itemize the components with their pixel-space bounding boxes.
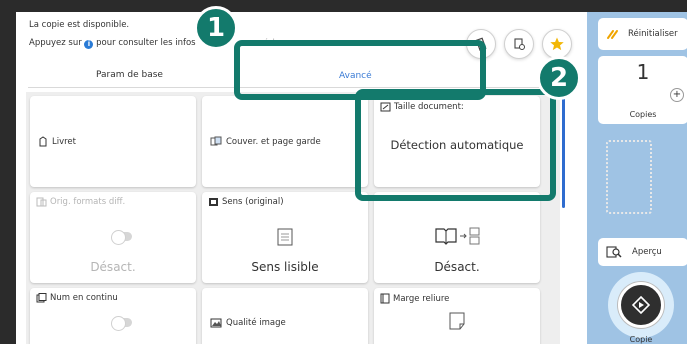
settings-icon	[514, 38, 525, 50]
reset-button[interactable]: Réinitialiser	[598, 18, 687, 50]
book-split-icon	[435, 227, 480, 245]
start-icon	[632, 296, 650, 314]
num-continu-label: Num en continu	[50, 293, 118, 303]
qualite-image-label: Qualité image	[226, 318, 286, 328]
cell-sens-original[interactable]: Sens (original) Sens lisible	[202, 192, 368, 283]
star-icon	[550, 37, 564, 51]
orientation-icon	[209, 198, 218, 206]
start-label: Copie	[629, 335, 653, 344]
callout-badge-2: 2	[537, 56, 581, 100]
couverture-label: Couver. et page garde	[226, 136, 321, 147]
cell-livre-divise[interactable]: Désact.	[374, 192, 540, 283]
marge-reliure-label: Marge reliure	[393, 293, 450, 304]
cell-num-continu[interactable]: Num en continu	[30, 288, 196, 344]
booklet-icon	[39, 136, 47, 147]
num-continu-toggle[interactable]	[111, 316, 132, 331]
reset-icon	[607, 30, 618, 39]
favorite-button[interactable]	[542, 29, 572, 59]
info-suffix: pour consulter les infos	[96, 38, 196, 48]
preview-button[interactable]: Aperçu	[598, 238, 687, 266]
livret-label: Livret	[52, 136, 76, 147]
sens-original-label: Sens (original)	[222, 197, 284, 207]
grid-scrollbar[interactable]	[562, 98, 565, 208]
mixed-sizes-icon	[36, 197, 47, 207]
cell-marge-reliure[interactable]: Marge reliure	[374, 288, 540, 344]
callout-badge-1: 1	[194, 6, 238, 50]
cell-livret[interactable]: Livret	[30, 96, 196, 187]
callout-box-document-size	[355, 89, 556, 201]
start-copy-button[interactable]	[618, 282, 664, 328]
numbering-icon	[36, 293, 47, 303]
status-message: La copie est disponible.	[29, 20, 130, 30]
binding-margin-icon	[380, 293, 390, 304]
copies-label: Copies	[629, 110, 657, 119]
cover-icon	[210, 136, 222, 146]
orig-formats-label: Orig. formats diff.	[50, 197, 126, 207]
margin-page-icon	[449, 312, 465, 330]
settings-button[interactable]	[504, 29, 534, 59]
info-prefix: Appuyez sur	[29, 38, 82, 48]
preview-icon	[606, 246, 622, 258]
cell-couverture[interactable]: Couver. et page garde	[202, 96, 368, 187]
copies-count: 1	[636, 60, 650, 84]
preview-label: Aperçu	[632, 247, 662, 257]
device-frame-top	[0, 0, 687, 12]
device-frame-left	[0, 0, 16, 344]
image-quality-icon	[210, 318, 222, 328]
info-message: Appuyez sur i pour consulter les infos	[29, 38, 196, 49]
orig-formats-toggle[interactable]	[111, 230, 132, 245]
cell-orig-formats[interactable]: Orig. formats diff. Désact.	[30, 192, 196, 283]
cell-qualite-image[interactable]: Qualité image	[202, 288, 368, 344]
reset-label: Réinitialiser	[628, 29, 678, 39]
page-orientation-icon	[277, 228, 293, 246]
sens-original-value: Sens lisible	[251, 260, 319, 274]
preview-thumbnail	[606, 140, 652, 214]
info-icon[interactable]: i	[84, 40, 94, 49]
tab-basic-settings[interactable]: Param de base	[96, 70, 163, 80]
increment-button[interactable]: +	[670, 88, 684, 102]
orig-formats-value: Désact.	[90, 260, 136, 274]
livre-divise-value: Désact.	[434, 260, 480, 274]
